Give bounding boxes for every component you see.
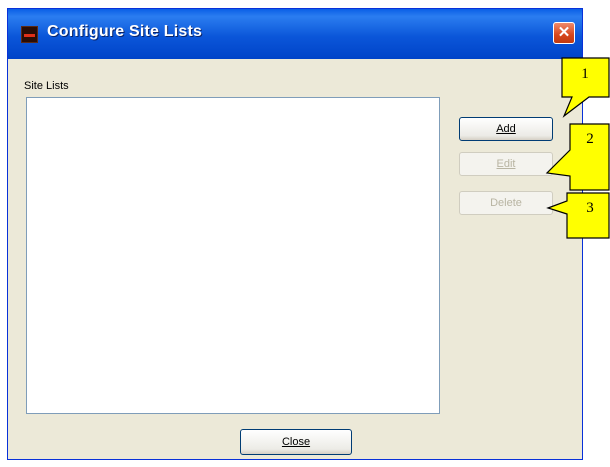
callout-3-number: 3 (586, 200, 594, 216)
callout-2-number: 2 (586, 131, 594, 147)
callout-3: 3 (546, 192, 610, 239)
callout-2: 2 (545, 123, 610, 191)
callout-annotations: 1 2 3 (545, 57, 610, 239)
callout-1-number: 1 (581, 66, 589, 82)
callout-1: 1 (561, 57, 610, 118)
